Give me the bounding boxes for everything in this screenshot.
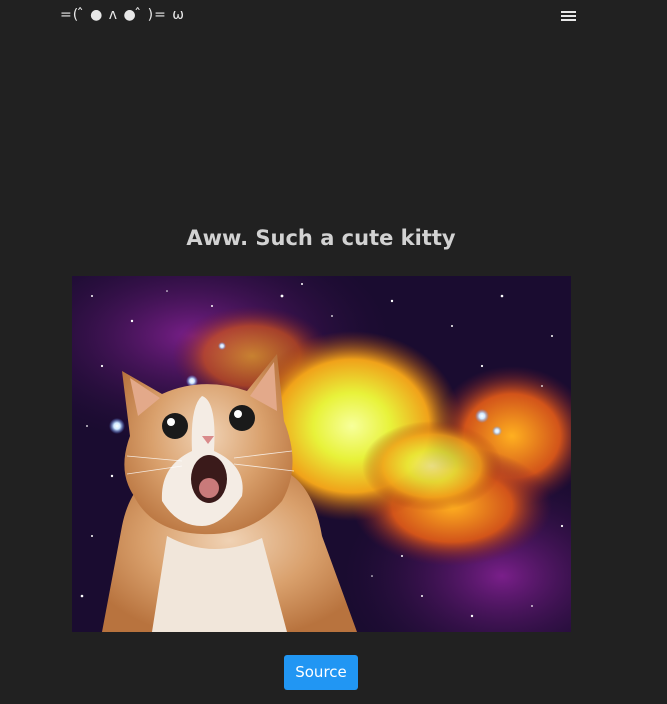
- brand-logo[interactable]: =( ̂ ● ʌ ● ̂ )= ω: [60, 7, 185, 23]
- navbar: =( ̂ ● ʌ ● ̂ )= ω: [0, 0, 667, 34]
- page-title: Aww. Such a cute kitty: [186, 226, 456, 250]
- hamburger-menu-icon[interactable]: [560, 8, 578, 22]
- source-button[interactable]: Source: [284, 655, 358, 690]
- cat-space-image: [72, 276, 571, 632]
